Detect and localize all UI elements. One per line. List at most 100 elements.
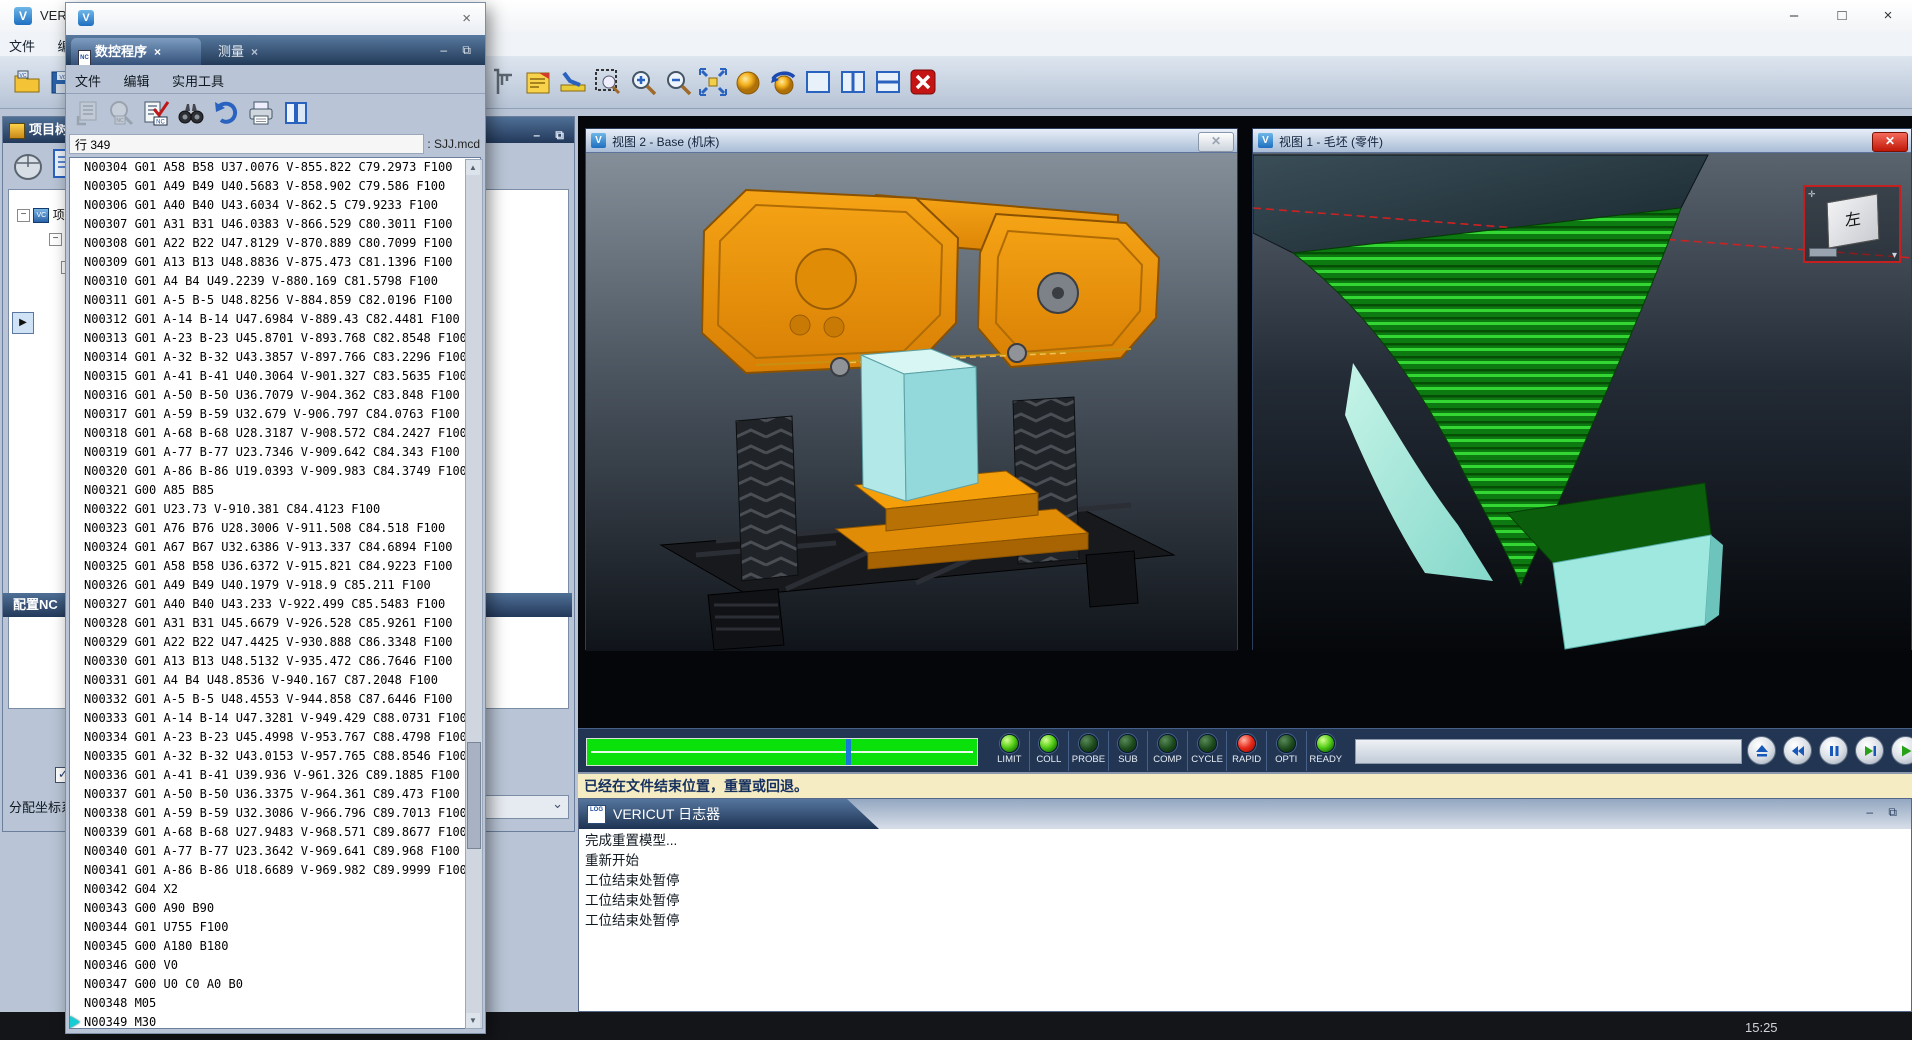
nc-code-line[interactable]: N00339 G01 A-68 B-68 U27.9483 V-968.571 … <box>70 823 480 842</box>
scroll-thumb[interactable] <box>467 742 481 849</box>
status-led-ready[interactable]: READY <box>1306 731 1346 771</box>
nc-code-line[interactable]: N00327 G01 A40 B40 U43.233 V-922.499 C85… <box>70 595 480 614</box>
tab-measure[interactable]: 测量× <box>208 38 280 65</box>
shade-view-icon[interactable] <box>731 65 765 99</box>
nc-code-line[interactable]: N00311 G01 A-5 B-5 U48.8256 V-884.859 C8… <box>70 291 480 310</box>
nc-code-line[interactable]: N00308 G01 A22 B22 U47.8129 V-870.889 C8… <box>70 234 480 253</box>
nc-code-line[interactable]: N00335 G01 A-32 B-32 U43.0153 V-957.765 … <box>70 747 480 766</box>
step-back-icon[interactable] <box>74 99 102 127</box>
nc-code-line[interactable]: N00306 G01 A40 B40 U43.6034 V-862.5 C79.… <box>70 196 480 215</box>
tab-nc-program[interactable]: NC数控程序× <box>71 38 201 65</box>
nc-code-line[interactable]: N00330 G01 A13 B13 U48.5132 V-935.472 C8… <box>70 652 480 671</box>
split-columns-icon[interactable] <box>282 99 310 127</box>
nc-code-line[interactable]: N00329 G01 A22 B22 U47.4425 V-930.888 C8… <box>70 633 480 652</box>
fit-view-icon[interactable] <box>696 65 730 99</box>
nc-code-line[interactable]: N00344 G01 U755 F100 <box>70 918 480 937</box>
status-led-rapid[interactable]: RAPID <box>1226 731 1266 771</box>
open-project-icon[interactable]: VC <box>10 65 44 99</box>
nc-code-line[interactable]: N00343 G00 A90 B90 <box>70 899 480 918</box>
nc-code-line[interactable]: N00321 G00 A85 B85 <box>70 481 480 500</box>
nc-code-line[interactable]: N00345 G00 A180 B180 <box>70 937 480 956</box>
nav-cube-face[interactable]: 左 <box>1827 193 1880 248</box>
nc-code-line[interactable]: N00338 G01 A-59 B-59 U32.3086 V-966.796 … <box>70 804 480 823</box>
nc-search-doc-icon[interactable]: NC <box>107 99 135 127</box>
nc-code-line[interactable]: N00340 G01 A-77 B-77 U23.3642 V-969.641 … <box>70 842 480 861</box>
scroll-down-icon[interactable]: ▼ <box>466 1013 480 1028</box>
nc-code-line[interactable]: N00323 G01 A76 B76 U28.3006 V-911.508 C8… <box>70 519 480 538</box>
nc-menu-utilities[interactable]: 实用工具 <box>163 65 233 90</box>
nc-code-line[interactable]: N00349 M30 <box>70 1013 480 1029</box>
nc-code-line[interactable]: N00320 G01 A-86 B-86 U19.0393 V-909.983 … <box>70 462 480 481</box>
nav-cube-slider[interactable] <box>1809 248 1837 257</box>
nc-code-line[interactable]: N00319 G01 A-77 B-77 U23.7346 V-909.642 … <box>70 443 480 462</box>
split-horizontal-icon[interactable] <box>871 65 905 99</box>
status-led-limit[interactable]: LIMIT <box>990 731 1029 771</box>
nc-code-line[interactable]: N00324 G01 A67 B67 U32.6386 V-913.337 C8… <box>70 538 480 557</box>
nc-code-lines[interactable]: N00304 G01 A58 B58 U37.0076 V-855.822 C7… <box>69 157 481 1029</box>
tab-close-icon[interactable]: × <box>244 45 258 59</box>
split-vertical-icon[interactable] <box>836 65 870 99</box>
status-led-probe[interactable]: PROBE <box>1068 731 1108 771</box>
binoculars-search-icon[interactable] <box>177 99 205 127</box>
nc-menu-file[interactable]: 文件 <box>66 65 110 90</box>
nc-code-line[interactable]: N00317 G01 A-59 B-59 U32.679 V-906.797 C… <box>70 405 480 424</box>
nc-code-line[interactable]: N00310 G01 A4 B4 U49.2239 V-880.169 C81.… <box>70 272 480 291</box>
reset-to-start-button[interactable] <box>1747 736 1776 765</box>
nc-minimize-restore-icons[interactable]: – ⧉ <box>440 43 477 58</box>
nc-window-titlebar[interactable]: V × <box>66 3 485 36</box>
tree-collapse-icon[interactable]: − <box>49 233 62 246</box>
view1-titlebar[interactable]: V 视图 1 - 毛坯 (零件) ✕ <box>1253 129 1911 153</box>
zoom-in-icon[interactable] <box>626 65 660 99</box>
maximize-button[interactable]: □ <box>1820 2 1864 30</box>
view1-3d-canvas[interactable]: ✛ 左 ▾ <box>1253 153 1911 651</box>
nc-code-line[interactable]: N00304 G01 A58 B58 U37.0076 V-855.822 C7… <box>70 158 480 177</box>
view2-close-button[interactable]: ✕ <box>1198 132 1234 152</box>
nc-code-line[interactable]: N00326 G01 A49 B49 U40.1979 V-918.9 C85.… <box>70 576 480 595</box>
nc-code-line[interactable]: N00307 G01 A31 B31 U46.0383 V-866.529 C8… <box>70 215 480 234</box>
nc-code-line[interactable]: N00322 G01 U23.73 V-910.381 C84.4123 F10… <box>70 500 480 519</box>
zoom-out-icon[interactable] <box>661 65 695 99</box>
print-icon[interactable] <box>247 99 275 127</box>
nc-code-line[interactable]: N00346 G00 V0 <box>70 956 480 975</box>
play-button[interactable] <box>1891 736 1912 765</box>
view2-3d-canvas[interactable] <box>586 153 1237 651</box>
annotation-icon[interactable] <box>521 65 555 99</box>
nc-code-line[interactable]: N00332 G01 A-5 B-5 U48.4553 V-944.858 C8… <box>70 690 480 709</box>
log-minimize-restore-icons[interactable]: – ⧉ <box>1866 805 1903 820</box>
nc-code-line[interactable]: N00312 G01 A-14 B-14 U47.6984 V-889.43 C… <box>70 310 480 329</box>
nc-code-line[interactable]: N00305 G01 A49 B49 U40.5683 V-858.902 C7… <box>70 177 480 196</box>
pause-button[interactable] <box>1819 736 1848 765</box>
nc-verify-icon[interactable]: NC <box>142 99 170 127</box>
close-button[interactable]: × <box>1866 2 1910 30</box>
nc-code-line[interactable]: N00318 G01 A-68 B-68 U28.3187 V-908.572 … <box>70 424 480 443</box>
line-number-field[interactable]: 行 349 <box>69 134 424 154</box>
zoom-window-icon[interactable] <box>591 65 625 99</box>
nc-code-line[interactable]: N00348 M05 <box>70 994 480 1013</box>
nav-cube[interactable]: ✛ 左 ▾ <box>1803 185 1901 263</box>
minimize-button[interactable]: – <box>1772 2 1816 30</box>
nc-menu-edit[interactable]: 编辑 <box>114 65 158 90</box>
nc-code-line[interactable]: N00347 G00 U0 C0 A0 B0 <box>70 975 480 994</box>
simulation-progress-bar[interactable] <box>586 738 978 766</box>
nc-code-line[interactable]: N00336 G01 A-41 B-41 U39.936 V-961.326 C… <box>70 766 480 785</box>
mouse-mode-icon[interactable] <box>11 149 45 181</box>
view2-titlebar[interactable]: V 视图 2 - Base (机床) ✕ <box>586 129 1237 153</box>
nc-code-line[interactable]: N00331 G01 A4 B4 U48.8536 V-940.167 C87.… <box>70 671 480 690</box>
status-led-cycle[interactable]: CYCLE <box>1187 731 1227 771</box>
nc-code-line[interactable]: N00333 G01 A-14 B-14 U47.3281 V-949.429 … <box>70 709 480 728</box>
tab-close-icon[interactable]: × <box>147 45 161 59</box>
view1-close-button[interactable]: ✕ <box>1872 132 1908 152</box>
nc-code-line[interactable]: N00334 G01 A-23 B-23 U45.4998 V-953.767 … <box>70 728 480 747</box>
nc-code-line[interactable]: N00314 G01 A-32 B-32 U43.3857 V-897.766 … <box>70 348 480 367</box>
tree-play-button[interactable]: ▶ <box>12 312 34 334</box>
status-led-comp[interactable]: COMP <box>1147 731 1187 771</box>
log-tab[interactable]: VERICUT 日志器 <box>579 799 879 829</box>
status-led-coll[interactable]: COLL <box>1029 731 1069 771</box>
nc-code-line[interactable]: N00316 G01 A-50 B-50 U36.7079 V-904.362 … <box>70 386 480 405</box>
nc-code-line[interactable]: N00315 G01 A-41 B-41 U40.3064 V-901.327 … <box>70 367 480 386</box>
close-red-icon[interactable] <box>906 65 940 99</box>
caliper-measure-icon[interactable] <box>486 65 520 99</box>
tree-collapse-icon[interactable]: − <box>17 209 30 222</box>
status-led-sub[interactable]: SUB <box>1108 731 1148 771</box>
menu-file[interactable]: 文件 <box>0 32 44 59</box>
